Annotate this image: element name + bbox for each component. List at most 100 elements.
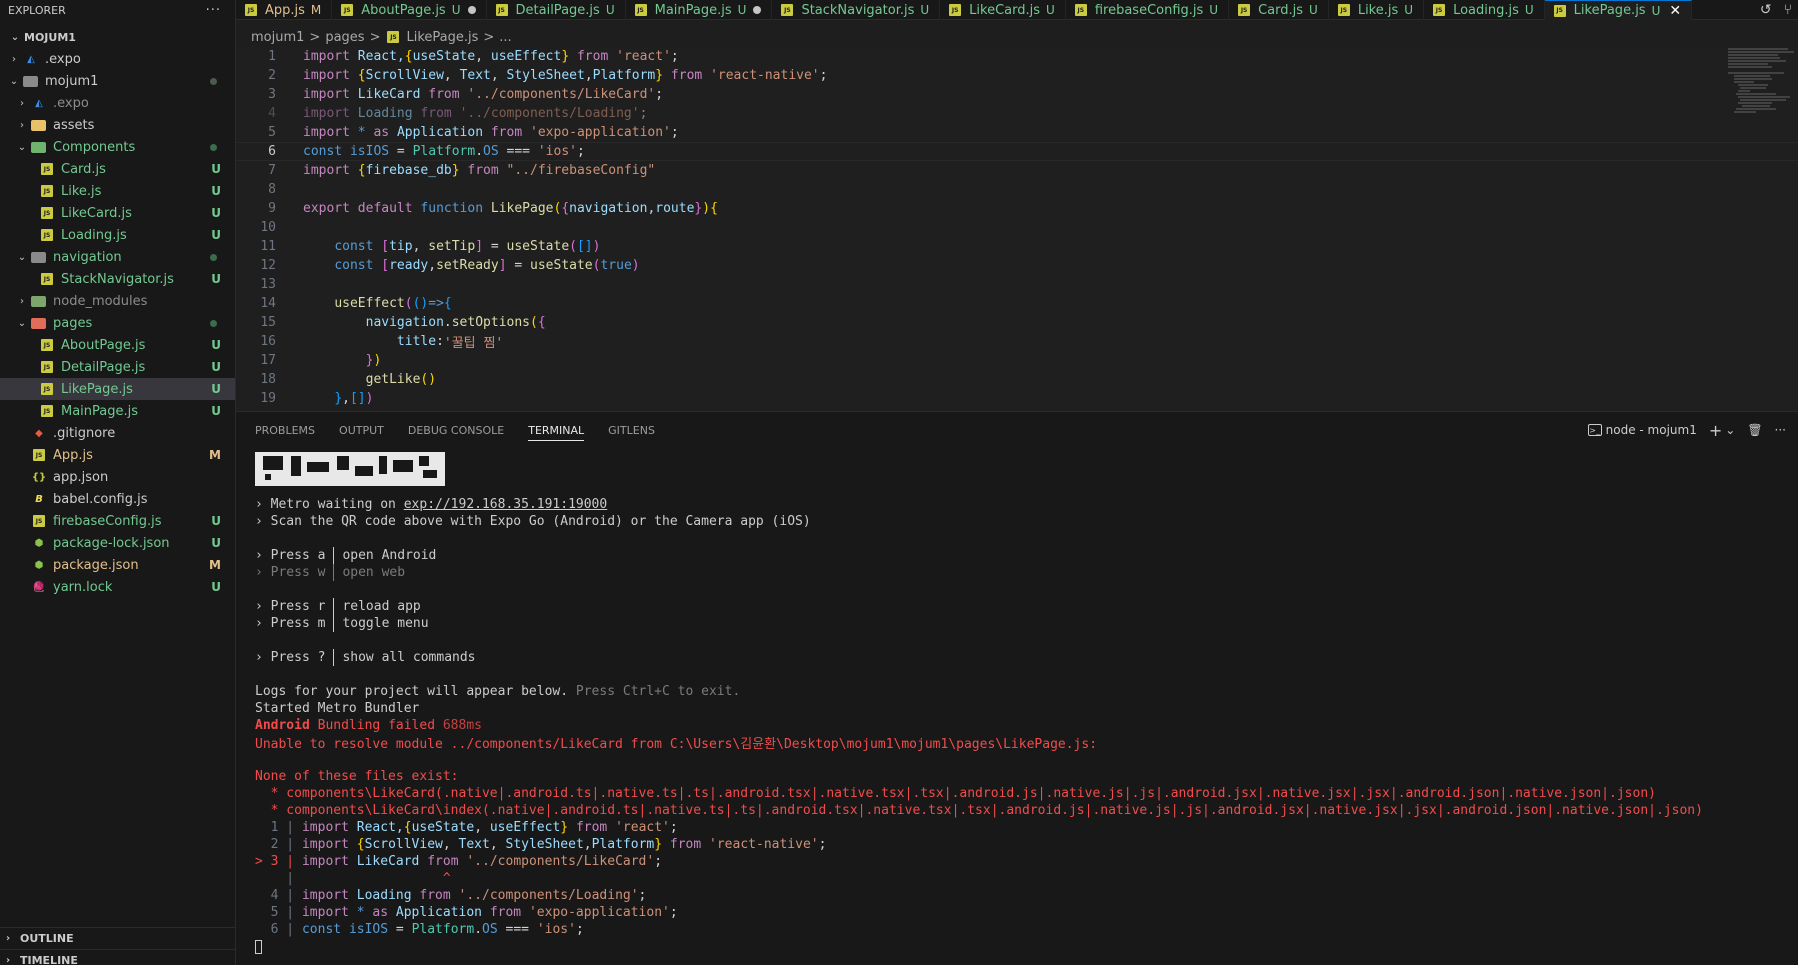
- tree-item-expo[interactable]: › ◭ .expo: [0, 92, 235, 114]
- more-actions-icon[interactable]: ···: [1775, 423, 1786, 437]
- tab-debug-console[interactable]: DEBUG CONSOLE: [408, 412, 504, 448]
- tree-item-navigation[interactable]: ⌄ navigation: [0, 246, 235, 268]
- js-file-icon: JS: [41, 273, 53, 285]
- untracked-badge: U: [211, 536, 221, 550]
- file-tree: › ◭ .expo ⌄ mojum1 › ◭ .expo › assets ⌄ …: [0, 48, 235, 598]
- breadcrumb-pages[interactable]: pages: [325, 30, 364, 45]
- tree-item-package-lock[interactable]: ⬢ package-lock.json U: [0, 532, 235, 554]
- unsaved-dot-icon[interactable]: [753, 6, 762, 14]
- editor-tabs: JS App.js M JS AboutPage.js U JS DetailP…: [236, 0, 1798, 20]
- source-control-icon[interactable]: ⑂: [1784, 2, 1792, 18]
- tree-item-expo-root[interactable]: › ◭ .expo: [0, 48, 235, 70]
- minimap[interactable]: [1728, 47, 1798, 177]
- tree-item-aboutpage-js[interactable]: JS AboutPage.js U: [0, 334, 235, 356]
- tab-likepage-js[interactable]: JS LikePage.js U ✕: [1544, 0, 1693, 20]
- breadcrumb-file[interactable]: LikePage.js: [406, 30, 478, 45]
- tree-item-pages[interactable]: ⌄ pages: [0, 312, 235, 334]
- history-icon[interactable]: ↺: [1760, 2, 1772, 18]
- tab-aboutpage-js[interactable]: JS AboutPage.js U: [332, 0, 487, 20]
- tab-terminal[interactable]: TERMINAL: [528, 412, 584, 448]
- expo-url-link[interactable]: exp://192.168.35.191:19000: [404, 497, 608, 512]
- terminal-cursor: [255, 939, 262, 954]
- js-file-icon: JS: [245, 4, 257, 16]
- tree-item-gitignore[interactable]: ◆ .gitignore: [0, 422, 235, 444]
- untracked-dot: [210, 253, 217, 261]
- terminal-line: › Metro waiting on exp://192.168.35.191:…: [255, 497, 608, 512]
- tab-problems[interactable]: PROBLEMS: [255, 412, 315, 448]
- tree-item-card-js[interactable]: JS Card.js U: [0, 158, 235, 180]
- breadcrumb-separator-icon: >: [483, 29, 495, 45]
- chevron-down-icon: ⌄: [17, 141, 27, 153]
- untracked-badge: U: [211, 206, 221, 220]
- tree-item-babel-config[interactable]: B babel.config.js: [0, 488, 235, 510]
- outline-section[interactable]: › OUTLINE: [0, 927, 236, 949]
- tree-item-node-modules[interactable]: › node_modules: [0, 290, 235, 312]
- timeline-section[interactable]: › TIMELINE: [0, 949, 236, 965]
- code-line: 5 import * as Application from 'expo-appl…: [268, 125, 679, 140]
- terminal-code-line: 1 | import React,{useState, useEffect} f…: [255, 820, 678, 835]
- code-line: 9 export default function LikePage({navig…: [268, 201, 718, 216]
- qr-code: [255, 452, 445, 486]
- unsaved-dot-icon[interactable]: [467, 6, 476, 14]
- code-editor[interactable]: 1 import React,{useState, useEffect} from…: [236, 47, 1798, 410]
- chevron-right-icon: ›: [5, 955, 11, 965]
- tree-item-stacknavigator-js[interactable]: JS StackNavigator.js U: [0, 268, 235, 290]
- tree-item-likecard-js[interactable]: JS LikeCard.js U: [0, 202, 235, 224]
- terminal-line: › Press w open web: [255, 564, 406, 581]
- tab-mainpage-js[interactable]: JS MainPage.js U: [626, 0, 773, 20]
- untracked-badge: U: [211, 360, 221, 374]
- modified-badge: M: [209, 448, 221, 462]
- code-line: 8: [268, 182, 276, 197]
- js-file-icon: JS: [1553, 4, 1566, 17]
- tree-item-likepage-js[interactable]: JS LikePage.js U: [0, 378, 235, 400]
- terminal-selector[interactable]: >_ node - mojum1: [1587, 423, 1697, 437]
- tab-stacknavigator-js[interactable]: JS StackNavigator.js U: [772, 0, 941, 20]
- tab-likecard-js[interactable]: JS LikeCard.js U: [940, 0, 1066, 20]
- js-file-icon: JS: [33, 449, 45, 461]
- terminal-line: › Scan the QR code above with Expo Go (A…: [255, 514, 811, 529]
- workspace-root[interactable]: ⌄ MOJUM1: [0, 26, 235, 48]
- code-line: 2 import {ScrollView, Text, StyleSheet, Pl…: [268, 68, 828, 83]
- tab-detailpage-js[interactable]: JS DetailPage.js U: [487, 0, 626, 20]
- terminal-line: Started Metro Bundler: [255, 701, 420, 716]
- tree-item-like-js[interactable]: JS Like.js U: [0, 180, 235, 202]
- tree-item-app-js[interactable]: JS App.js M: [0, 444, 235, 466]
- tab-gitlens[interactable]: GITLENS: [608, 412, 655, 448]
- tab-output[interactable]: OUTPUT: [339, 412, 384, 448]
- explorer-sidebar: EXPLORER ··· ⌄ MOJUM1 › ◭ .expo ⌄ mojum1…: [0, 0, 236, 965]
- tab-loading-js[interactable]: JS Loading.js U: [1424, 0, 1545, 20]
- tree-item-firebaseconfig-js[interactable]: JS firebaseConfig.js U: [0, 510, 235, 532]
- tree-item-app-json[interactable]: {} app.json: [0, 466, 235, 488]
- tab-like-js[interactable]: JS Like.js U: [1329, 0, 1425, 20]
- tree-item-components[interactable]: ⌄ Components: [0, 136, 235, 158]
- untracked-badge: U: [211, 580, 221, 594]
- add-terminal-icon[interactable]: +: [1709, 421, 1722, 440]
- bottom-panel: PROBLEMS OUTPUT DEBUG CONSOLE TERMINAL G…: [236, 411, 1798, 965]
- chevron-down-icon[interactable]: ⌄: [1725, 423, 1735, 437]
- tree-item-assets[interactable]: › assets: [0, 114, 235, 136]
- breadcrumb-mojum1[interactable]: mojum1: [251, 30, 304, 45]
- editor-actions: ↺ ⑂: [1760, 0, 1792, 20]
- breadcrumb-symbol[interactable]: ...: [499, 30, 511, 45]
- tree-item-loading-js[interactable]: JS Loading.js U: [0, 224, 235, 246]
- untracked-badge: U: [211, 382, 221, 396]
- trash-icon[interactable]: 🗑: [1747, 423, 1762, 437]
- more-actions-icon[interactable]: ···: [206, 3, 221, 18]
- js-file-icon: JS: [41, 339, 53, 351]
- tree-item-package-json[interactable]: ⬢ package.json M: [0, 554, 235, 576]
- terminal-line: › Press r reload app: [255, 598, 421, 615]
- tree-item-mainpage-js[interactable]: JS MainPage.js U: [0, 400, 235, 422]
- code-line: 3 import LikeCard from '../components/Lik…: [268, 87, 664, 102]
- tree-item-detailpage-js[interactable]: JS DetailPage.js U: [0, 356, 235, 378]
- folder-open-icon: [31, 251, 46, 263]
- code-line: 19 },[]): [260, 391, 374, 406]
- close-icon[interactable]: ✕: [1669, 3, 1681, 19]
- expo-folder-icon: ◭: [35, 97, 43, 109]
- tab-app-js[interactable]: JS App.js M: [236, 0, 333, 20]
- tree-item-mojum1[interactable]: ⌄ mojum1: [0, 70, 235, 92]
- chevron-right-icon: ›: [20, 97, 24, 109]
- tab-card-js[interactable]: JS Card.js U: [1229, 0, 1329, 20]
- tab-firebaseconfig-js[interactable]: JS firebaseConfig.js U: [1066, 0, 1230, 20]
- terminal-output[interactable]: › Metro waiting on exp://192.168.35.191:…: [255, 452, 1798, 955]
- tree-item-yarn-lock[interactable]: 🧶 yarn.lock U: [0, 576, 235, 598]
